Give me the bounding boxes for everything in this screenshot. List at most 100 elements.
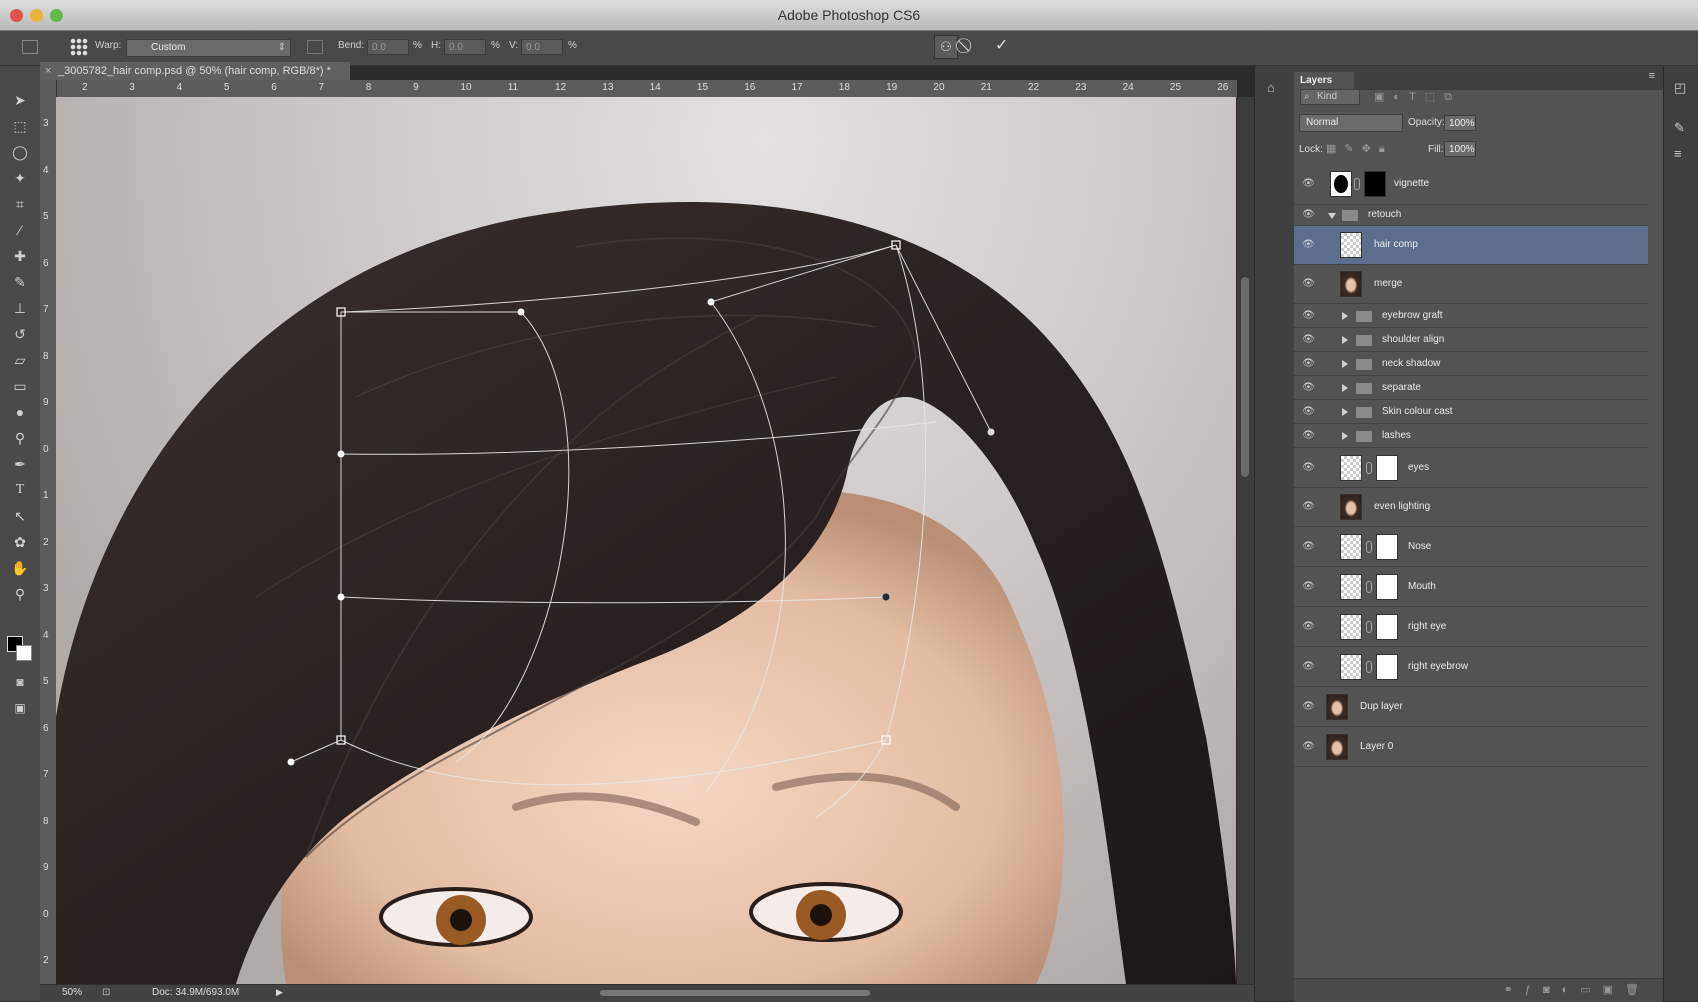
layer-row-separate[interactable]: 👁︎ separate xyxy=(1294,376,1648,400)
layer-row-merge[interactable]: 👁︎ merge xyxy=(1294,265,1648,304)
layer-thumbnail[interactable] xyxy=(1340,232,1362,258)
visibility-eye-icon[interactable]: 👁︎ xyxy=(1302,541,1318,553)
layer-thumbnail[interactable] xyxy=(1340,613,1362,640)
zoom-level[interactable]: 50% xyxy=(62,987,82,998)
lasso-icon[interactable]: ◯ xyxy=(9,142,31,162)
healing-brush-icon[interactable]: ✚ xyxy=(9,246,31,266)
history-panel-icon[interactable]: ⌂ xyxy=(1267,80,1283,96)
filter-type-icons[interactable]: ▣◐T⬚⧉ xyxy=(1374,90,1461,104)
layers-tab[interactable]: Layers xyxy=(1294,72,1354,90)
magic-wand-icon[interactable]: ✦ xyxy=(9,168,31,188)
layer-row-even-lighting[interactable]: 👁︎ even lighting xyxy=(1294,488,1648,527)
visibility-eye-icon[interactable]: 👁︎ xyxy=(1302,358,1318,370)
visibility-eye-icon[interactable]: 👁︎ xyxy=(1302,430,1318,442)
layer-row-right-eye[interactable]: 👁︎ right eye xyxy=(1294,607,1648,647)
layer-mask-thumbnail[interactable] xyxy=(1376,653,1398,680)
warp-grid-icon[interactable] xyxy=(70,38,88,56)
bend-field[interactable]: 0.0 xyxy=(367,39,409,55)
expand-group-icon[interactable] xyxy=(1342,431,1348,440)
layer-row-neck-shadow[interactable]: 👁︎ neck shadow xyxy=(1294,352,1648,376)
type-icon[interactable]: T xyxy=(9,480,31,500)
layer-mask-thumbnail[interactable] xyxy=(1376,613,1398,640)
visibility-eye-icon[interactable]: 👁︎ xyxy=(1302,501,1318,513)
layer-row-dup-layer[interactable]: 👁︎ Dup layer xyxy=(1294,687,1648,727)
brush-panel-icon[interactable]: ✎ xyxy=(1674,120,1685,136)
tool-preset-icon[interactable] xyxy=(22,40,38,54)
visibility-eye-icon[interactable]: 👁︎ xyxy=(1302,741,1318,753)
commit-transform-icon[interactable]: ✓ xyxy=(995,37,1011,55)
brush-icon[interactable]: ✎ xyxy=(9,272,31,292)
layer-mask-thumbnail[interactable] xyxy=(1376,533,1398,560)
horizontal-scroll-thumb[interactable] xyxy=(600,990,870,996)
mask-link-icon[interactable] xyxy=(1366,660,1372,673)
visibility-eye-icon[interactable]: 👁︎ xyxy=(1302,701,1318,713)
mask-link-icon[interactable] xyxy=(1354,178,1360,190)
layer-row-nose[interactable]: 👁︎ Nose xyxy=(1294,527,1648,567)
layer-thumbnail[interactable] xyxy=(1326,733,1348,760)
expand-group-icon[interactable] xyxy=(1342,359,1348,368)
scroll-thumb[interactable] xyxy=(1241,277,1249,477)
blend-mode-select[interactable]: Normal xyxy=(1299,114,1403,132)
mask-link-icon[interactable] xyxy=(1366,540,1372,553)
visibility-eye-icon[interactable]: 👁︎ xyxy=(1302,334,1318,346)
move-icon[interactable]: ➤ xyxy=(9,90,31,110)
crop-icon[interactable]: ⌗ xyxy=(9,194,31,214)
layer-thumbnail[interactable] xyxy=(1326,693,1348,720)
visibility-eye-icon[interactable]: 👁︎ xyxy=(1302,462,1318,474)
blur-icon[interactable]: ● xyxy=(9,402,31,422)
eyedropper-icon[interactable]: ⁄ xyxy=(9,220,31,240)
layer-row-lashes[interactable]: 👁︎ lashes xyxy=(1294,424,1648,448)
visibility-eye-icon[interactable]: 👁︎ xyxy=(1302,581,1318,593)
visibility-eye-icon[interactable]: 👁︎ xyxy=(1302,239,1318,251)
path-selection-icon[interactable]: ↖ xyxy=(9,506,31,526)
layer-row-retouch[interactable]: 👁︎ retouch xyxy=(1294,205,1648,226)
shape-icon[interactable]: ✿ xyxy=(9,532,31,552)
lock-icons[interactable]: ▦✎✥🔒︎ xyxy=(1326,142,1393,156)
layer-row-shoulder-align[interactable]: 👁︎ shoulder align xyxy=(1294,328,1648,352)
background-color-swatch[interactable] xyxy=(16,645,32,661)
screen-mode-icon[interactable]: ▣ xyxy=(9,698,31,718)
visibility-eye-icon[interactable]: 👁︎ xyxy=(1302,278,1318,290)
layer-row-mouth[interactable]: 👁︎ Mouth xyxy=(1294,567,1648,607)
layer-row-eyes[interactable]: 👁︎ eyes xyxy=(1294,448,1648,488)
mask-link-icon[interactable] xyxy=(1366,461,1372,474)
panel-menu-icon[interactable]: ≡ xyxy=(1649,70,1655,82)
document-canvas[interactable] xyxy=(56,97,1236,984)
expand-group-icon[interactable] xyxy=(1342,407,1348,416)
layer-row-layer-0[interactable]: 👁︎ Layer 0 xyxy=(1294,727,1648,767)
eraser-icon[interactable]: ▱ xyxy=(9,350,31,370)
canvas-vertical-scrollbar[interactable] xyxy=(1237,97,1254,984)
expand-group-icon[interactable] xyxy=(1342,311,1348,320)
filter-kind-select[interactable]: ⌕ Kind xyxy=(1300,89,1360,105)
h-field[interactable]: 0.0 xyxy=(444,39,486,55)
fill-field[interactable]: 100% xyxy=(1444,141,1476,157)
dodge-icon[interactable]: ⚲ xyxy=(9,428,31,448)
status-info-icon[interactable]: ⊡ xyxy=(102,987,110,998)
visibility-eye-icon[interactable]: 👁︎ xyxy=(1302,406,1318,418)
opacity-field[interactable]: 100% xyxy=(1444,115,1476,131)
warp-style-select[interactable]: Custom ⇕ xyxy=(126,39,291,57)
puppet-warp-icon[interactable]: ⚇ xyxy=(934,35,958,59)
mask-link-icon[interactable] xyxy=(1366,580,1372,593)
close-document-icon[interactable]: × xyxy=(45,62,51,80)
layer-thumbnail[interactable] xyxy=(1340,271,1362,297)
layer-row-vignette[interactable]: 👁︎ vignette xyxy=(1294,164,1648,205)
layer-row-skin-colour-cast[interactable]: 👁︎ Skin colour cast xyxy=(1294,400,1648,424)
visibility-eye-icon[interactable]: 👁︎ xyxy=(1302,209,1318,221)
marquee-icon[interactable]: ⬚ xyxy=(9,116,31,136)
layer-thumbnail[interactable] xyxy=(1330,171,1352,197)
layer-mask-thumbnail[interactable] xyxy=(1376,454,1398,481)
layer-thumbnail[interactable] xyxy=(1340,573,1362,600)
layer-thumbnail[interactable] xyxy=(1340,533,1362,560)
expand-group-icon[interactable] xyxy=(1328,213,1336,219)
visibility-eye-icon[interactable]: 👁︎ xyxy=(1302,382,1318,394)
layer-row-right-eyebrow[interactable]: 👁︎ right eyebrow xyxy=(1294,647,1648,687)
visibility-eye-icon[interactable]: 👁︎ xyxy=(1302,310,1318,322)
zoom-icon[interactable]: ⚲ xyxy=(9,584,31,604)
gradient-icon[interactable]: ▭ xyxy=(9,376,31,396)
history-brush-icon[interactable]: ↺ xyxy=(9,324,31,344)
properties-icon[interactable]: ◰ xyxy=(1674,80,1686,96)
change-orientation-icon[interactable] xyxy=(307,40,323,54)
expand-group-icon[interactable] xyxy=(1342,335,1348,344)
layer-row-hair-comp[interactable]: 👁︎ hair comp xyxy=(1294,226,1648,265)
